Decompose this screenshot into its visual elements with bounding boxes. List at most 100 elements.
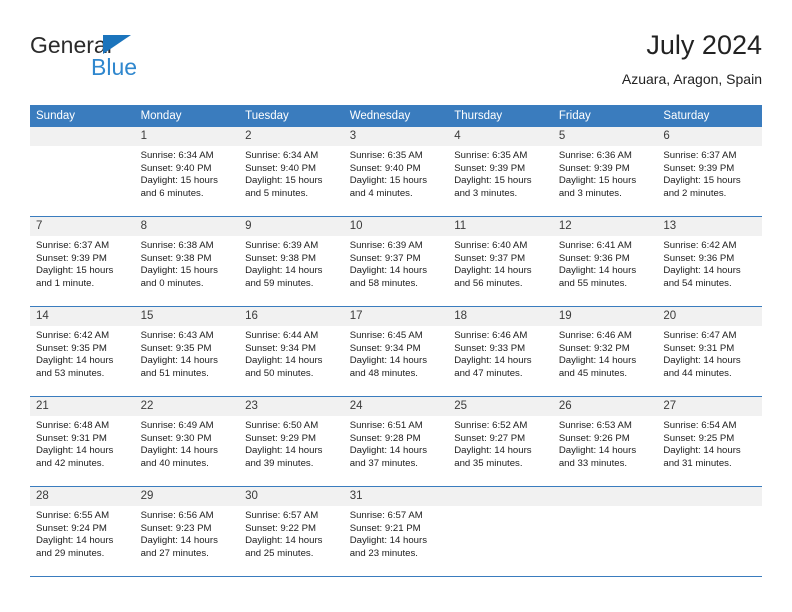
day-cell-29[interactable]: 29 Sunrise: 6:56 AM Sunset: 9:23 PM Dayligh…	[134, 487, 240, 576]
day-details: Sunrise: 6:43 AM Sunset: 9:35 PM Daylight:…	[135, 326, 240, 380]
day-cell-16[interactable]: 16 Sunrise: 6:44 AM Sunset: 9:34 PM Dayligh…	[239, 307, 344, 396]
weekday-header-saturday: Saturday	[657, 105, 762, 127]
calendar-week-row: 14 Sunrise: 6:42 AM Sunset: 9:35 PM Dayligh…	[30, 306, 762, 397]
day-detail-line: Daylight: 14 hours	[558, 445, 637, 457]
general-blue-logo: General Blue	[30, 32, 230, 92]
day-cell-14[interactable]: 14 Sunrise: 6:42 AM Sunset: 9:35 PM Dayligh…	[30, 307, 135, 396]
day-detail-line: Daylight: 14 hours	[245, 355, 323, 367]
day-cell-31[interactable]: 31 Sunrise: 6:57 AM Sunset: 9:21 PM Dayligh…	[343, 487, 449, 576]
day-cell-15[interactable]: 15 Sunrise: 6:43 AM Sunset: 9:35 PM Dayligh…	[134, 307, 240, 396]
day-detail-line: Sunset: 9:36 PM	[663, 252, 735, 264]
day-cell-21[interactable]: 21 Sunrise: 6:48 AM Sunset: 9:31 PM Dayligh…	[30, 397, 135, 486]
calendar-body: 1 Sunrise: 6:34 AM Sunset: 9:40 PM Daylight…	[30, 127, 762, 577]
day-cell-18[interactable]: 18 Sunrise: 6:46 AM Sunset: 9:33 PM Dayligh…	[448, 307, 553, 396]
day-detail-line: Daylight: 15 hours	[140, 175, 218, 187]
day-detail-line: and 54 minutes.	[663, 277, 732, 289]
day-cell-11[interactable]: 11 Sunrise: 6:40 AM Sunset: 9:37 PM Dayligh…	[448, 217, 553, 306]
day-details: Sunrise: 6:55 AM Sunset: 9:24 PM Daylight:…	[30, 506, 135, 560]
calendar-cell: 30 Sunrise: 6:57 AM Sunset: 9:22 PM Dayligh…	[239, 486, 344, 577]
day-cell-1[interactable]: 1 Sunrise: 6:34 AM Sunset: 9:40 PM Daylight…	[134, 127, 240, 216]
day-detail-line: Sunrise: 6:46 AM	[454, 330, 528, 341]
calendar-week-row: 21 Sunrise: 6:48 AM Sunset: 9:31 PM Dayligh…	[30, 396, 762, 487]
day-detail-line: Daylight: 15 hours	[349, 175, 428, 187]
day-detail-line: and 59 minutes.	[245, 277, 314, 289]
day-cell-25[interactable]: 25 Sunrise: 6:52 AM Sunset: 9:27 PM Dayligh…	[448, 397, 553, 486]
day-number: 21	[30, 397, 135, 416]
day-detail-line: Sunrise: 6:47 AM	[663, 330, 737, 341]
day-cell-12[interactable]: 12 Sunrise: 6:41 AM Sunset: 9:36 PM Dayligh…	[552, 217, 658, 306]
day-detail-line: Daylight: 15 hours	[663, 175, 741, 187]
day-details: Sunrise: 6:42 AM Sunset: 9:36 PM Daylight:…	[657, 236, 762, 290]
day-cell-22[interactable]: 22 Sunrise: 6:49 AM Sunset: 9:30 PM Dayligh…	[134, 397, 240, 486]
day-number: 28	[30, 487, 135, 506]
day-detail-line: Sunrise: 6:35 AM	[349, 150, 423, 161]
day-detail-line: Sunset: 9:36 PM	[558, 252, 630, 264]
calendar-page: General Blue July 2024 Azuara, Aragon, S…	[0, 0, 792, 612]
day-detail-line: and 55 minutes.	[558, 277, 628, 289]
day-detail-line: Sunset: 9:33 PM	[454, 342, 526, 354]
day-cell-5[interactable]: 5 Sunrise: 6:36 AM Sunset: 9:39 PM Daylight…	[552, 127, 658, 216]
day-number: 9	[239, 217, 344, 236]
day-detail-line: Sunrise: 6:43 AM	[140, 330, 214, 341]
day-detail-line: Daylight: 15 hours	[245, 175, 323, 187]
day-detail-line: and 1 minute.	[36, 277, 95, 289]
day-detail-line: Sunrise: 6:35 AM	[454, 150, 528, 161]
day-detail-line: Sunrise: 6:57 AM	[349, 510, 423, 521]
day-detail-line: and 40 minutes.	[140, 457, 209, 469]
day-cell-10[interactable]: 10 Sunrise: 6:39 AM Sunset: 9:37 PM Dayligh…	[343, 217, 449, 306]
day-cell-24[interactable]: 24 Sunrise: 6:51 AM Sunset: 9:28 PM Dayligh…	[343, 397, 449, 486]
day-cell-30[interactable]: 30 Sunrise: 6:57 AM Sunset: 9:22 PM Dayligh…	[239, 487, 344, 576]
day-detail-line: Daylight: 14 hours	[558, 355, 637, 367]
day-detail-line: Sunset: 9:21 PM	[349, 522, 421, 534]
weekday-header-friday: Friday	[552, 105, 658, 127]
day-number: 26	[552, 397, 658, 416]
day-detail-line: Sunset: 9:34 PM	[349, 342, 421, 354]
calendar-cell: 17 Sunrise: 6:45 AM Sunset: 9:34 PM Dayligh…	[343, 306, 449, 397]
day-cell-3[interactable]: 3 Sunrise: 6:35 AM Sunset: 9:40 PM Daylight…	[343, 127, 449, 216]
day-details	[448, 506, 553, 510]
day-number: 15	[134, 307, 240, 326]
day-detail-line: and 42 minutes.	[36, 457, 105, 469]
day-detail-line: Sunrise: 6:51 AM	[349, 420, 423, 431]
day-detail-line: Sunset: 9:22 PM	[245, 522, 317, 534]
calendar-cell: 3 Sunrise: 6:35 AM Sunset: 9:40 PM Daylight…	[343, 127, 449, 217]
day-detail-line: Sunset: 9:39 PM	[36, 252, 107, 264]
day-detail-line: Sunset: 9:24 PM	[36, 522, 107, 534]
calendar-week-row: 7 Sunrise: 6:37 AM Sunset: 9:39 PM Daylight…	[30, 216, 762, 307]
day-cell-26[interactable]: 26 Sunrise: 6:53 AM Sunset: 9:26 PM Dayligh…	[552, 397, 658, 486]
day-number	[30, 127, 135, 146]
day-detail-line: and 51 minutes.	[140, 367, 209, 379]
day-detail-line: Sunrise: 6:40 AM	[454, 240, 528, 251]
day-detail-line: Sunset: 9:40 PM	[245, 162, 317, 174]
day-details: Sunrise: 6:37 AM Sunset: 9:39 PM Daylight:…	[657, 146, 762, 200]
day-cell-9[interactable]: 9 Sunrise: 6:39 AM Sunset: 9:38 PM Daylight…	[239, 217, 344, 306]
calendar-cell: 9 Sunrise: 6:39 AM Sunset: 9:38 PM Daylight…	[239, 216, 344, 307]
day-details: Sunrise: 6:34 AM Sunset: 9:40 PM Daylight:…	[135, 146, 240, 200]
day-cell-20[interactable]: 20 Sunrise: 6:47 AM Sunset: 9:31 PM Dayligh…	[657, 307, 762, 396]
day-cell-19[interactable]: 19 Sunrise: 6:46 AM Sunset: 9:32 PM Dayligh…	[552, 307, 658, 396]
day-cell-8[interactable]: 8 Sunrise: 6:38 AM Sunset: 9:38 PM Daylight…	[134, 217, 240, 306]
day-cell-2[interactable]: 2 Sunrise: 6:34 AM Sunset: 9:40 PM Daylight…	[239, 127, 344, 216]
day-cell-7[interactable]: 7 Sunrise: 6:37 AM Sunset: 9:39 PM Daylight…	[30, 217, 135, 306]
day-detail-line: Daylight: 14 hours	[245, 535, 323, 547]
day-detail-line: and 3 minutes.	[454, 187, 518, 199]
day-detail-line: and 48 minutes.	[349, 367, 418, 379]
day-detail-line: Sunrise: 6:54 AM	[663, 420, 737, 431]
day-cell-empty	[448, 487, 553, 576]
triangle-icon	[103, 35, 131, 54]
day-cell-13[interactable]: 13 Sunrise: 6:42 AM Sunset: 9:36 PM Dayligh…	[657, 217, 762, 306]
day-detail-line: Sunrise: 6:37 AM	[36, 240, 110, 251]
day-details: Sunrise: 6:35 AM Sunset: 9:40 PM Daylight:…	[344, 146, 449, 200]
day-detail-line: Sunrise: 6:53 AM	[558, 420, 632, 431]
day-cell-23[interactable]: 23 Sunrise: 6:50 AM Sunset: 9:29 PM Dayligh…	[239, 397, 344, 486]
day-cell-6[interactable]: 6 Sunrise: 6:37 AM Sunset: 9:39 PM Daylight…	[657, 127, 762, 216]
day-detail-line: and 29 minutes.	[36, 547, 105, 559]
day-details	[553, 506, 658, 510]
day-detail-line: Sunrise: 6:42 AM	[36, 330, 110, 341]
day-cell-4[interactable]: 4 Sunrise: 6:35 AM Sunset: 9:39 PM Daylight…	[448, 127, 553, 216]
day-cell-17[interactable]: 17 Sunrise: 6:45 AM Sunset: 9:34 PM Dayligh…	[343, 307, 449, 396]
calendar-cell: 2 Sunrise: 6:34 AM Sunset: 9:40 PM Daylight…	[239, 127, 344, 217]
day-number: 20	[657, 307, 762, 326]
day-cell-27[interactable]: 27 Sunrise: 6:54 AM Sunset: 9:25 PM Dayligh…	[657, 397, 762, 486]
day-cell-28[interactable]: 28 Sunrise: 6:55 AM Sunset: 9:24 PM Dayligh…	[30, 487, 135, 576]
